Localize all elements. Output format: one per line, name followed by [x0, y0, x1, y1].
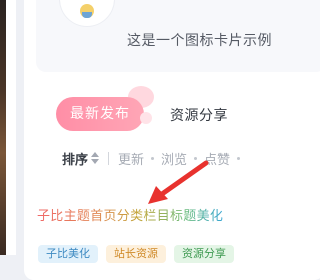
page-gutter — [6, 0, 16, 255]
icon-card-text: 这是一个图标卡片示例 — [127, 33, 272, 49]
sort-arrows-icon[interactable] — [91, 152, 100, 164]
tag-item[interactable]: 子比美化 — [38, 245, 98, 263]
tab-resources[interactable]: 资源分享 — [170, 105, 228, 125]
tab-decoration-small — [140, 112, 152, 124]
tag-item[interactable]: 资源分享 — [174, 245, 234, 263]
red-arrow-icon — [148, 160, 209, 204]
divider — [108, 151, 110, 165]
separator-dot — [237, 156, 241, 160]
sort-label[interactable]: 排序 — [62, 149, 88, 168]
category-title[interactable]: 子比主题首页分类栏目标题美化 — [37, 205, 223, 224]
tag-item[interactable]: 站长资源 — [106, 245, 166, 263]
tag-list: 子比美化 站长资源 资源分享 — [38, 245, 234, 263]
avatar-icon — [80, 4, 94, 18]
tab-latest[interactable]: 最新发布 — [56, 97, 144, 131]
